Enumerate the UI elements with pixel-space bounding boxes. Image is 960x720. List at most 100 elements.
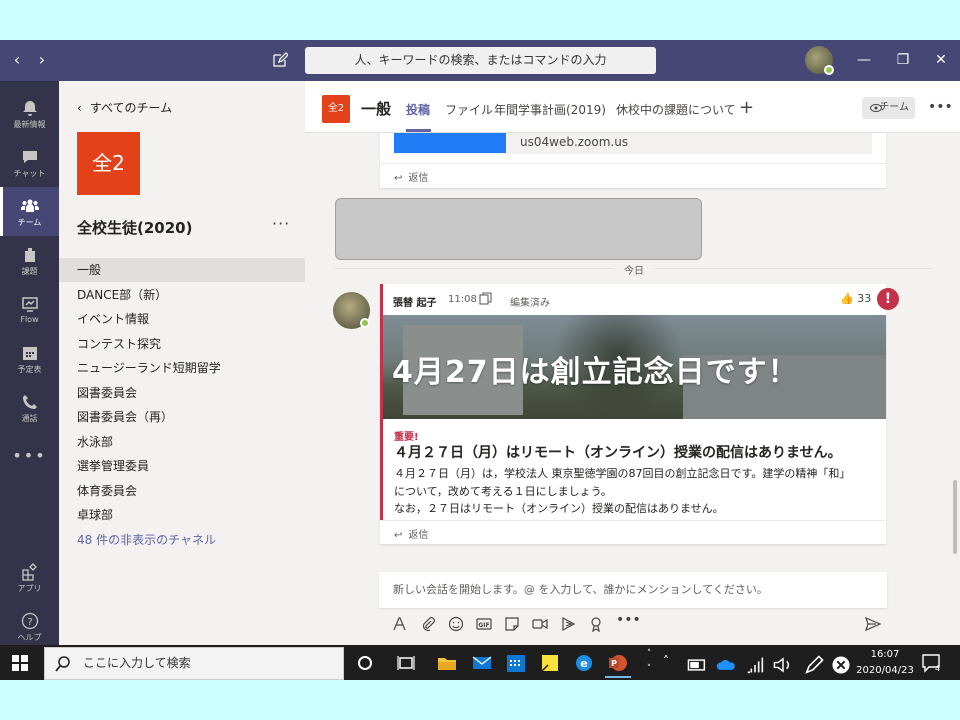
- all-teams-link[interactable]: ‹ すべてのチーム: [77, 99, 172, 116]
- taskbar-search-input[interactable]: ここに入力して検索: [44, 647, 344, 680]
- post-author[interactable]: 張替 起子: [393, 294, 436, 309]
- rail-item-assignments[interactable]: 課題: [0, 236, 59, 285]
- add-tab-icon[interactable]: +: [739, 97, 754, 118]
- reply-label: 返信: [408, 530, 429, 541]
- taskbar-scroll-icon[interactable]: ˄ ˅: [642, 647, 656, 678]
- taskbar-clock-date[interactable]: 2020/04/23: [852, 665, 918, 676]
- reply-button[interactable]: ↩ 返信: [394, 526, 428, 541]
- rail-item-chat[interactable]: チャット: [0, 138, 59, 187]
- team-view-button[interactable]: チーム: [862, 97, 915, 119]
- more-icon: •••: [12, 446, 47, 465]
- file-explorer-icon[interactable]: [436, 652, 458, 674]
- teams-icon: [20, 199, 39, 212]
- rail-item-flow[interactable]: Flow: [0, 285, 59, 334]
- rail-item-help[interactable]: ? ヘルプ: [0, 602, 59, 651]
- task-view-icon[interactable]: [395, 652, 417, 674]
- post-timestamp: 11:08: [448, 294, 477, 305]
- reply-button[interactable]: ↩ 返信: [394, 169, 428, 184]
- hidden-channels-link[interactable]: 48 件の非表示のチャネル: [59, 528, 305, 552]
- windows-start-icon[interactable]: [12, 655, 28, 671]
- channel-item[interactable]: コンテスト探究: [59, 332, 305, 356]
- channel-item[interactable]: 卓球部: [59, 503, 305, 527]
- rail-item-apps[interactable]: アプリ: [0, 553, 59, 602]
- tab-posts[interactable]: 投稿: [406, 101, 430, 118]
- sticker-icon[interactable]: [504, 616, 520, 632]
- meet-now-icon[interactable]: [532, 616, 548, 632]
- back-arrow-icon[interactable]: ‹: [7, 50, 27, 70]
- redacted-message: [335, 198, 702, 260]
- banner-heading: 4月27日は創立記念日です！: [392, 355, 799, 390]
- rail-label: 通話: [21, 414, 38, 423]
- tab-annual-plan[interactable]: 年間学事計画(2019): [494, 101, 606, 118]
- powerpoint-icon[interactable]: P: [607, 652, 629, 674]
- important-label: 重要!: [394, 432, 419, 443]
- tab-files[interactable]: ファイル: [445, 101, 493, 118]
- rail-item-more[interactable]: •••: [0, 432, 59, 481]
- channel-item[interactable]: 図書委員会（再）: [59, 405, 305, 429]
- chevron-up-icon[interactable]: ˄: [663, 654, 669, 668]
- team-more-icon[interactable]: ···: [272, 214, 290, 233]
- rail-item-calls[interactable]: 通話: [0, 383, 59, 432]
- attach-icon[interactable]: [420, 616, 436, 632]
- post-subject: ４月２７日（月）はリモート（オンライン）授業の配信はありません。: [394, 445, 842, 461]
- team-name: 全校生徒(2020): [77, 219, 193, 237]
- dismiss-circle-icon[interactable]: [830, 654, 852, 676]
- link-preview-image: [394, 133, 506, 153]
- post-reply-row: [380, 520, 886, 544]
- channel-item[interactable]: 図書委員会: [59, 381, 305, 405]
- more-options-icon[interactable]: •••: [616, 612, 641, 628]
- copy-icon[interactable]: [479, 292, 493, 306]
- taskbar-clock-time[interactable]: 16:07: [860, 649, 910, 660]
- minimize-icon[interactable]: —: [854, 50, 874, 70]
- channel-item[interactable]: DANCE部（新）: [59, 283, 305, 307]
- send-icon[interactable]: [865, 616, 881, 632]
- channel-item[interactable]: 水泳部: [59, 430, 305, 454]
- bell-icon: [22, 101, 37, 116]
- search-icon: [55, 656, 70, 672]
- like-count: 33: [857, 292, 872, 305]
- link-preview-url[interactable]: us04web.zoom.us: [520, 135, 628, 149]
- channel-more-icon[interactable]: •••: [928, 99, 953, 115]
- rail-label: 課題: [21, 267, 38, 276]
- volume-icon[interactable]: [772, 654, 794, 676]
- restore-icon[interactable]: ❐: [893, 50, 913, 70]
- pen-icon[interactable]: [803, 654, 825, 676]
- emoji-icon[interactable]: [448, 616, 464, 632]
- channel-item[interactable]: イベント情報: [59, 307, 305, 331]
- format-icon[interactable]: [392, 616, 408, 632]
- app-rail: 最新情報 チャット チーム 課題 Flow 予定表 通話 ••• アプリ ? ヘ…: [0, 81, 59, 645]
- cortana-icon[interactable]: [354, 652, 376, 674]
- rail-label: アプリ: [17, 584, 42, 593]
- forward-arrow-icon[interactable]: ›: [32, 50, 52, 70]
- mail-icon[interactable]: [471, 652, 493, 674]
- praise-icon[interactable]: [588, 616, 604, 632]
- chevron-left-icon: ‹: [77, 101, 82, 115]
- rail-item-activity[interactable]: 最新情報: [0, 89, 59, 138]
- sticky-notes-icon[interactable]: [539, 652, 561, 674]
- calendar-icon: [22, 347, 37, 360]
- tab-assignments-closure[interactable]: 休校中の課題について: [616, 101, 736, 118]
- rail-label: 最新情報: [13, 120, 46, 129]
- notification-center-icon[interactable]: 4: [920, 652, 942, 674]
- close-window-icon[interactable]: ✕: [931, 50, 951, 70]
- channel-item[interactable]: ニュージーランド短期留学: [59, 356, 305, 380]
- flow-icon: [21, 297, 38, 312]
- rail-label: ヘルプ: [17, 633, 42, 642]
- edge-icon[interactable]: e: [573, 652, 595, 674]
- channel-item[interactable]: 一般: [59, 258, 305, 282]
- gif-icon[interactable]: GIF: [476, 616, 492, 632]
- compose-input[interactable]: 新しい会話を開始します。@ を入力して、誰かにメンションしてください。: [379, 572, 887, 608]
- like-reaction[interactable]: 👍 33: [840, 292, 871, 305]
- channel-item[interactable]: 選挙管理委員: [59, 454, 305, 478]
- channel-item[interactable]: 体育委員会: [59, 479, 305, 503]
- stream-icon[interactable]: [560, 616, 576, 632]
- calendar-app-icon[interactable]: [505, 652, 527, 674]
- conversation-scrollbar[interactable]: [953, 480, 957, 554]
- wifi-icon[interactable]: [744, 654, 766, 676]
- rail-item-teams[interactable]: チーム: [0, 187, 59, 236]
- battery-icon[interactable]: [686, 654, 708, 676]
- onedrive-icon[interactable]: [715, 654, 737, 676]
- rail-item-calendar[interactable]: 予定表: [0, 334, 59, 383]
- new-chat-icon[interactable]: [272, 52, 288, 68]
- search-input[interactable]: 人、キーワードの検索、またはコマンドの入力: [305, 47, 656, 74]
